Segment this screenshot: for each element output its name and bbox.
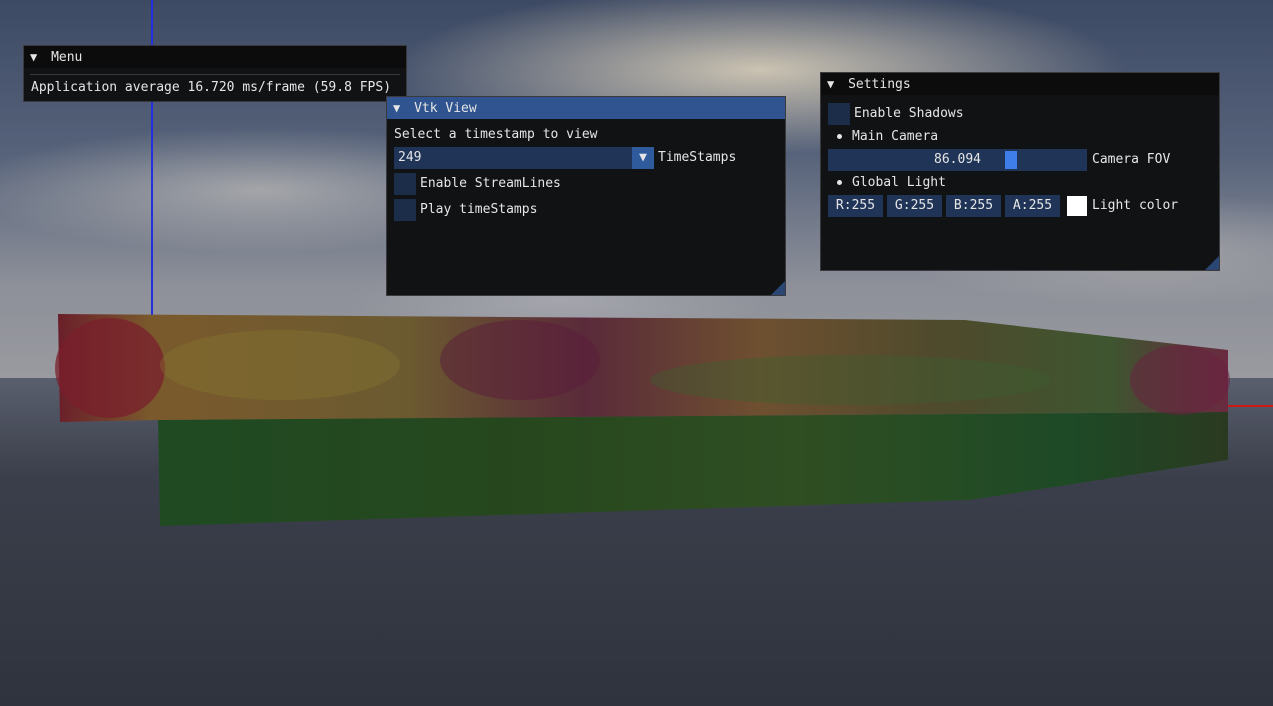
enable-shadows-checkbox[interactable] xyxy=(828,103,850,125)
timestamp-label: TimeStamps xyxy=(658,150,737,165)
main-camera-label: Main Camera xyxy=(852,129,939,144)
mesh-heat-blob xyxy=(440,320,600,400)
light-red-input[interactable]: R:255 xyxy=(828,195,883,217)
mesh-lower-face xyxy=(158,412,1228,526)
camera-fov-slider[interactable]: 86.094 xyxy=(828,149,1087,171)
vtk-view-window[interactable]: ▼ Vtk View Select a timestamp to view 24… xyxy=(386,96,786,296)
mesh-heat-blob xyxy=(160,330,400,400)
enable-streamlines-checkbox[interactable] xyxy=(394,173,416,195)
collapse-triangle-icon[interactable]: ▼ xyxy=(827,73,834,95)
fps-text: Application average 16.720 ms/frame (59.… xyxy=(31,80,392,95)
mesh-heat-blob xyxy=(1130,345,1230,415)
vtk-view-titlebar[interactable]: ▼ Vtk View xyxy=(387,97,785,119)
collapse-triangle-icon[interactable]: ▼ xyxy=(30,46,37,68)
settings-titlebar[interactable]: ▼ Settings xyxy=(821,73,1219,95)
bullet-icon xyxy=(837,180,842,185)
mesh-heat-blob xyxy=(55,318,165,418)
timestamp-combo[interactable]: 249 xyxy=(394,147,632,169)
global-light-label: Global Light xyxy=(852,175,946,190)
vtk-view-title: Vtk View xyxy=(414,101,477,116)
settings-window[interactable]: ▼ Settings Enable Shadows Main Camera 86… xyxy=(820,72,1220,271)
menu-title: Menu xyxy=(51,50,83,65)
light-alpha-input[interactable]: A:255 xyxy=(1005,195,1060,217)
bullet-icon xyxy=(837,134,842,139)
enable-shadows-label: Enable Shadows xyxy=(854,106,964,121)
camera-fov-label: Camera FOV xyxy=(1092,152,1171,167)
timestamp-prompt: Select a timestamp to view xyxy=(394,127,598,142)
enable-streamlines-label: Enable StreamLines xyxy=(420,176,561,191)
menu-separator xyxy=(30,74,400,75)
light-color-swatch[interactable] xyxy=(1067,196,1087,216)
light-color-label: Light color xyxy=(1092,198,1179,213)
light-green-input[interactable]: G:255 xyxy=(887,195,942,217)
menu-titlebar[interactable]: ▼ Menu xyxy=(24,46,406,68)
light-blue-input[interactable]: B:255 xyxy=(946,195,1001,217)
mesh-heat-blob xyxy=(650,355,1050,405)
menu-window[interactable]: ▼ Menu Application average 16.720 ms/fra… xyxy=(23,45,407,102)
collapse-triangle-icon[interactable]: ▼ xyxy=(393,97,400,119)
timestamp-value: 249 xyxy=(398,150,422,165)
play-timestamps-label: Play timeStamps xyxy=(420,202,538,217)
play-timestamps-checkbox[interactable] xyxy=(394,199,416,221)
resize-grip[interactable] xyxy=(1205,256,1219,270)
settings-title: Settings xyxy=(848,77,911,92)
combo-arrow-icon[interactable]: ▼ xyxy=(632,147,654,169)
resize-grip[interactable] xyxy=(771,281,785,295)
camera-fov-slider-grab[interactable] xyxy=(1005,151,1017,169)
camera-fov-value: 86.094 xyxy=(934,152,981,167)
